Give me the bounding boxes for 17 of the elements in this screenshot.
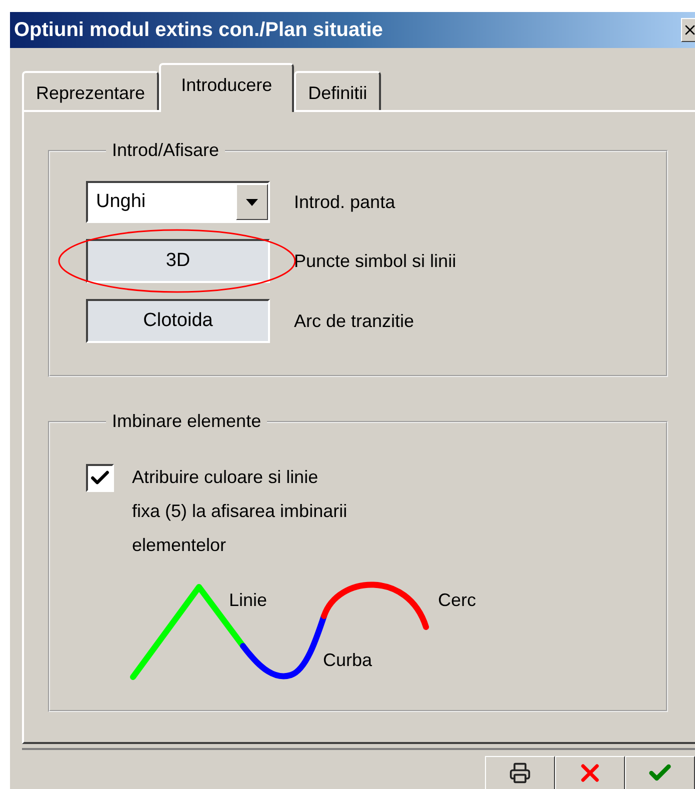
window-title: Optiuni modul extins con./Plan situatie [14,18,383,42]
option-label: Arc de tranzitie [294,310,414,332]
tab[interactable]: Definitii [294,71,382,110]
dropdown-value: Unghi [96,191,146,213]
segment-label: Curba [323,650,372,671]
group-title: Imbinare elemente [111,411,262,432]
group-title: Introd/Afisare [111,140,220,161]
segment-label: Linie [229,590,268,611]
value-button[interactable]: 3D [86,239,270,283]
option-label: Introd. panta [294,192,396,212]
dropdown-field[interactable]: Unghi [86,181,270,223]
segment-label: Cerc [438,590,476,611]
tab[interactable]: Reprezentare [22,71,160,110]
value-button[interactable]: Clotoida [86,299,270,343]
tab[interactable]: Introducere [159,63,294,112]
option-label: Puncte simbol si linii [294,250,456,272]
checkbox-label: Atribuire culoare si linie fixa (5) la afisarea imbinarii elementelor [132,466,348,557]
